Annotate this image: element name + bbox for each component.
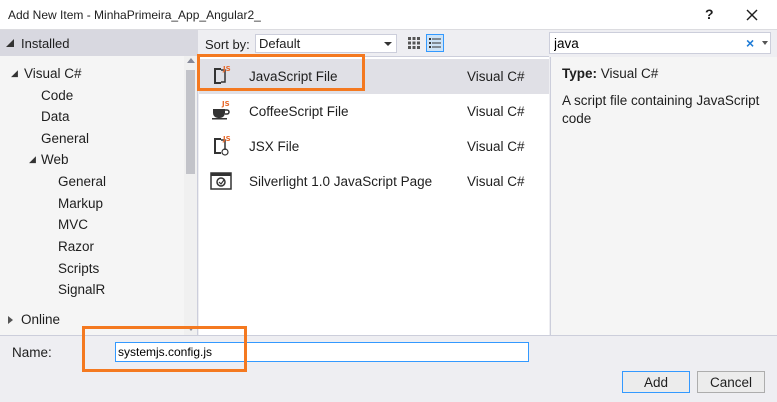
template-name: CoffeeScript File	[249, 104, 349, 119]
name-label: Name:	[12, 345, 52, 360]
expanded-triangle-icon[interactable]: ◢	[11, 68, 18, 79]
detail-description: A script file containing JavaScript code	[562, 93, 760, 126]
sort-by-select[interactable]: Default	[255, 34, 397, 53]
sort-by-value: Default	[259, 36, 301, 51]
scroll-up-icon[interactable]	[187, 58, 195, 63]
tree-item-web-general[interactable]: General	[58, 174, 106, 189]
template-name: JSX File	[249, 139, 300, 154]
bottom-bar: Name: Add Cancel	[0, 335, 777, 402]
tree-item-data[interactable]: Data	[41, 109, 70, 124]
tree-item-scripts[interactable]: Scripts	[58, 261, 99, 276]
detail-type-value: Visual C#	[600, 66, 659, 81]
help-button[interactable]: ?	[705, 6, 714, 22]
add-button[interactable]: Add	[622, 371, 690, 393]
sort-by-label: Sort by:	[205, 37, 250, 52]
template-tree-panel: Installed ◢ Visual C# Code Data General …	[0, 30, 198, 335]
window-title: Add New Item - MinhaPrimeira_App_Angular…	[8, 8, 261, 22]
coffeescript-file-icon: JS	[212, 100, 230, 120]
search-input[interactable]	[554, 35, 734, 51]
clear-search-icon[interactable]: ×	[746, 35, 754, 51]
template-item-javascript-file[interactable]: JS JavaScript File Visual C#	[199, 59, 549, 94]
template-type: Visual C#	[467, 69, 525, 84]
template-item-jsx-file[interactable]: JS JSX File Visual C#	[199, 129, 549, 164]
scroll-thumb[interactable]	[186, 70, 195, 174]
tree-item-razor[interactable]: Razor	[58, 239, 94, 254]
template-type: Visual C#	[467, 104, 525, 119]
silverlight-page-icon	[210, 172, 232, 190]
svg-text:JS: JS	[222, 65, 231, 73]
title-bar: Add New Item - MinhaPrimeira_App_Angular…	[0, 0, 777, 30]
cancel-button[interactable]: Cancel	[697, 371, 765, 393]
svg-text:JS: JS	[221, 100, 230, 108]
template-name: JavaScript File	[249, 69, 338, 84]
template-list: JS JavaScript File Visual C# JS CoffeeSc…	[199, 56, 549, 335]
template-type: Visual C#	[467, 174, 525, 189]
template-item-silverlight-page[interactable]: Silverlight 1.0 JavaScript Page Visual C…	[199, 164, 549, 199]
list-view-button[interactable]	[426, 34, 444, 52]
detail-type-label: Type:	[562, 66, 598, 81]
template-type: Visual C#	[467, 139, 525, 154]
chevron-down-icon[interactable]	[762, 41, 768, 45]
expanded-triangle-icon[interactable]: ◢	[29, 154, 36, 165]
tree-item-markup[interactable]: Markup	[58, 196, 103, 211]
detail-type-row: Type: Visual C#	[562, 66, 658, 81]
tree-installed-header[interactable]: Installed	[0, 30, 198, 56]
template-details-panel: Type: Visual C# A script file containing…	[550, 57, 777, 335]
template-name: Silverlight 1.0 JavaScript Page	[249, 174, 433, 189]
list-view-icon	[429, 38, 441, 48]
tree-item-mvc[interactable]: MVC	[58, 217, 88, 232]
template-item-coffeescript-file[interactable]: JS CoffeeScript File Visual C#	[199, 94, 549, 129]
tree-installed-label: Installed	[21, 36, 70, 51]
tree-item-web[interactable]: Web	[41, 152, 69, 167]
sort-toolbar: Sort by: Default	[199, 30, 549, 56]
javascript-file-icon: JS	[214, 65, 231, 84]
collapsed-triangle-icon	[8, 316, 13, 324]
tree-online-header[interactable]: Online	[0, 308, 198, 334]
tree-item-general[interactable]: General	[41, 131, 89, 146]
tree-item-signalr[interactable]: SignalR	[58, 282, 105, 297]
tree-online-label: Online	[21, 312, 61, 327]
template-search-box[interactable]: ×	[549, 32, 771, 54]
name-input[interactable]	[115, 342, 529, 362]
tree-item-code[interactable]: Code	[41, 88, 73, 103]
chevron-down-icon	[384, 42, 392, 46]
close-icon[interactable]	[742, 5, 762, 25]
grid-view-icon[interactable]	[407, 36, 421, 50]
svg-text:JS: JS	[222, 135, 231, 143]
tree-scrollbar[interactable]	[184, 56, 197, 335]
jsx-file-icon: JS	[214, 135, 231, 156]
tree-item-visual-csharp[interactable]: Visual C#	[24, 66, 82, 81]
expanded-triangle-icon	[6, 39, 14, 47]
